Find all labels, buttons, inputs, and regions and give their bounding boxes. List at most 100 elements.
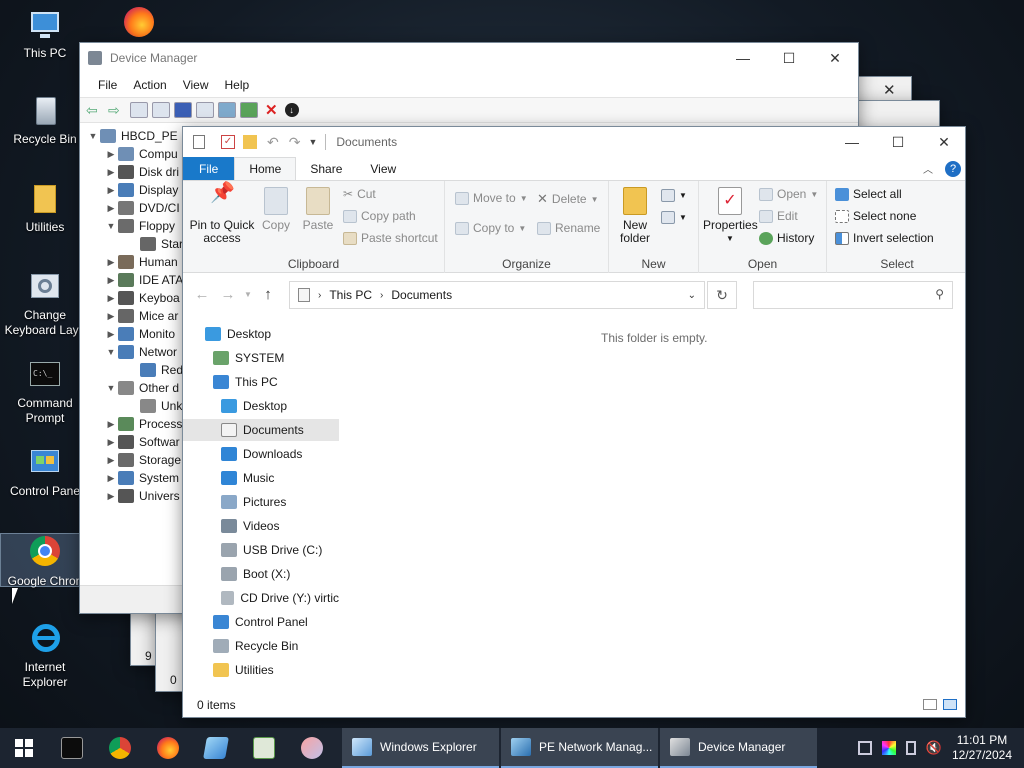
titlebar[interactable]: ✓ ↶ ↷ ▼ Documents — ☐ ✕ (183, 127, 965, 157)
taskbar-pe-network-manager[interactable]: PE Network Manag... (501, 728, 658, 768)
new-folder-button[interactable]: New folder (615, 187, 655, 245)
taskbar-notes[interactable] (192, 728, 240, 768)
properties-icon[interactable] (130, 102, 148, 118)
breadcrumb-separator-icon[interactable]: › (318, 290, 321, 301)
nav-item[interactable]: Videos (183, 515, 339, 537)
chevron-right-icon[interactable]: ▶ (104, 491, 118, 502)
minimize-button[interactable]: — (829, 127, 875, 157)
chevron-right-icon[interactable]: ▶ (104, 257, 118, 268)
large-icons-view-icon[interactable] (943, 699, 957, 710)
close-button[interactable]: ✕ (921, 127, 967, 157)
menu-view[interactable]: View (175, 78, 217, 92)
taskbar-firefox[interactable] (144, 728, 192, 768)
recent-locations-button[interactable]: ▼ (241, 290, 255, 299)
history-button[interactable]: History (759, 231, 814, 245)
nav-item[interactable]: Recycle Bin (183, 635, 339, 657)
nav-item[interactable]: Downloads (183, 443, 339, 465)
nav-item[interactable]: Utilities (183, 659, 339, 681)
paste-shortcut-button[interactable]: Paste shortcut (343, 231, 438, 245)
move-to-button[interactable]: Move to ▼ (455, 191, 528, 205)
tab-view[interactable]: View (356, 157, 410, 180)
undo-icon[interactable]: ↶ (267, 134, 279, 151)
chevron-up-icon[interactable]: ︿ (923, 157, 933, 180)
back-icon[interactable]: ⇦ (86, 102, 104, 118)
search-input[interactable]: ⚲ (753, 281, 953, 309)
help-icon[interactable]: ? (945, 160, 961, 177)
redo-icon[interactable]: ↷ (289, 134, 301, 151)
desktop-icon-utilities[interactable]: Utilities (1, 182, 89, 235)
close-icon[interactable]: ✕ (883, 81, 896, 99)
taskbar-device-manager[interactable]: Device Manager (660, 728, 817, 768)
new-item-button[interactable]: ▼ (661, 189, 687, 202)
device-category-row[interactable]: ▼ Networ (104, 343, 177, 361)
device-category-row[interactable]: ▶ Storage (104, 451, 181, 469)
usb-icon[interactable] (905, 741, 916, 755)
chevron-right-icon[interactable]: ▶ (104, 167, 118, 178)
desktop-icon-change-keyboard-layout[interactable]: Change Keyboard Layo (1, 270, 89, 338)
copy-path-button[interactable]: Copy path (343, 209, 416, 223)
device-category-row[interactable]: ▶ Softwar (104, 433, 180, 451)
device-category-row[interactable]: ▶ Human (104, 253, 178, 271)
details-icon[interactable] (196, 102, 214, 118)
device-category-row[interactable]: ▶ Process (104, 415, 182, 433)
nav-item[interactable]: This PC (183, 371, 339, 393)
minimize-button[interactable]: — (720, 43, 766, 73)
properties-button[interactable]: ✓ Properties ▼ (703, 187, 758, 245)
select-all-button[interactable]: Select all (835, 187, 902, 201)
nav-item[interactable]: SYSTEM (183, 347, 339, 369)
details-view-icon[interactable] (923, 699, 937, 710)
desktop-icon-control-panel[interactable]: Control Pane (1, 446, 89, 499)
device-category-row[interactable]: ▼ Floppy (104, 217, 175, 235)
chevron-right-icon[interactable]: ▶ (104, 419, 118, 430)
chevron-right-icon[interactable]: ▶ (104, 275, 118, 286)
tab-file[interactable]: File (183, 157, 235, 180)
display-icon[interactable] (881, 741, 896, 755)
device-category-row[interactable]: ▶ Compu (104, 145, 178, 163)
taskbar-task-manager[interactable] (240, 728, 288, 768)
desktop-icon-this-pc[interactable]: This PC (1, 8, 89, 61)
device-category-row[interactable]: ▶ Disk dri (104, 163, 179, 181)
nav-item[interactable]: Control Panel (183, 611, 339, 633)
nav-item[interactable]: Music (183, 467, 339, 489)
address-bar[interactable]: › This PC › Documents ⌄ (289, 281, 705, 309)
menu-action[interactable]: Action (125, 78, 174, 92)
scan-hardware-icon[interactable] (218, 102, 236, 118)
clock[interactable]: 11:01 PM 12/27/2024 (952, 733, 1012, 763)
edit-button[interactable]: Edit (759, 209, 798, 223)
desktop-icon-firefox[interactable] (95, 5, 183, 43)
forward-button[interactable]: → (215, 286, 241, 303)
cut-button[interactable]: ✂ Cut (343, 187, 376, 201)
download-icon[interactable]: ↓ (284, 103, 299, 117)
chevron-right-icon[interactable]: ▶ (104, 203, 118, 214)
up-button[interactable]: ↑ (255, 286, 281, 303)
pin-to-quick-access-button[interactable]: 📌 Pin to Quick access (187, 183, 257, 245)
device-category-row[interactable]: ▶ Univers (104, 487, 180, 505)
update-driver-icon[interactable] (240, 102, 258, 118)
network-icon[interactable] (857, 741, 872, 755)
maximize-button[interactable]: ☐ (766, 43, 812, 73)
device-category-row[interactable]: ▶ System (104, 469, 179, 487)
chevron-right-icon[interactable]: ▶ (104, 149, 118, 160)
chevron-right-icon[interactable]: ▶ (104, 455, 118, 466)
breadcrumb-this-pc[interactable]: This PC (329, 288, 372, 302)
chevron-right-icon[interactable]: ▶ (104, 311, 118, 322)
chevron-right-icon[interactable]: ▶ (104, 293, 118, 304)
tree-root[interactable]: ▼ HBCD_PE (86, 127, 178, 145)
start-button[interactable] (0, 728, 48, 768)
rename-button[interactable]: Rename (537, 221, 600, 235)
invert-selection-button[interactable]: Invert selection (835, 231, 934, 245)
chevron-right-icon[interactable]: ▶ (104, 185, 118, 196)
device-category-row[interactable]: ▶ Monito (104, 325, 175, 343)
chevron-down-icon[interactable]: ⌄ (688, 290, 696, 301)
new-folder-quick-icon[interactable] (243, 135, 257, 149)
close-button[interactable]: ✕ (812, 43, 858, 73)
breadcrumb-separator-icon[interactable]: › (380, 290, 383, 301)
delete-button[interactable]: ✕ Delete ▼ (537, 191, 599, 207)
chevron-right-icon[interactable]: ▶ (104, 437, 118, 448)
device-category-row[interactable]: ▶ Mice ar (104, 307, 178, 325)
easy-access-button[interactable]: ▼ (661, 211, 687, 224)
nav-item[interactable]: CD Drive (Y:) virtic (183, 587, 339, 609)
chevron-down-icon[interactable]: ▼ (104, 221, 118, 231)
nav-item[interactable]: Desktop (183, 323, 339, 345)
back-button[interactable]: ← (189, 286, 215, 303)
